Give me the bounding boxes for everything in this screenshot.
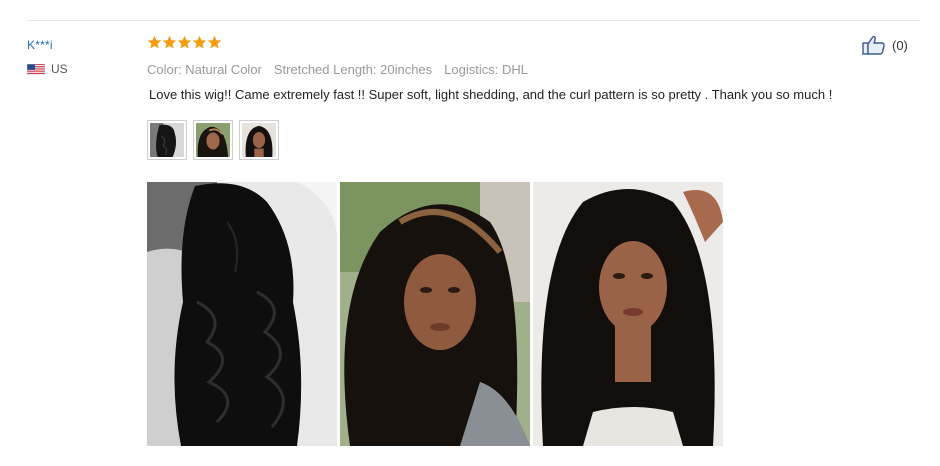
star-icon — [192, 35, 207, 49]
star-icon — [207, 35, 222, 49]
thumbnail-strip — [147, 120, 279, 160]
review-attributes: Color: Natural Color Stretched Length: 2… — [147, 62, 528, 77]
star-icon — [147, 35, 162, 49]
attribute-color: Color: Natural Color — [147, 62, 262, 77]
attribute-stretched-length: Stretched Length: 20inches — [273, 62, 433, 77]
review-divider — [27, 20, 920, 21]
wig-thumbnail-3[interactable] — [239, 120, 279, 160]
attribute-logistics: Logistics: DHL — [444, 62, 528, 77]
photo-gallery — [147, 182, 723, 446]
reviewer-country: US — [27, 62, 68, 76]
wig-thumbnail-1[interactable] — [147, 120, 187, 160]
country-name: US — [51, 62, 68, 76]
reviewer-info: K***i US — [27, 38, 68, 76]
wig-photo-3[interactable] — [533, 182, 723, 446]
thumbs-up-icon — [862, 35, 885, 55]
star-icon — [177, 35, 192, 49]
star-rating — [147, 35, 222, 50]
review-text: Love this wig!! Came extremely fast !! S… — [149, 87, 833, 102]
star-icon — [162, 35, 177, 49]
wig-photo-1[interactable] — [147, 182, 337, 446]
reviewer-name: K***i — [27, 38, 53, 52]
wig-thumbnail-2[interactable] — [193, 120, 233, 160]
wig-photo-2[interactable] — [340, 182, 530, 446]
helpful-button[interactable]: (0) — [862, 35, 908, 55]
us-flag-icon — [27, 63, 45, 75]
helpful-count: (0) — [892, 37, 908, 53]
